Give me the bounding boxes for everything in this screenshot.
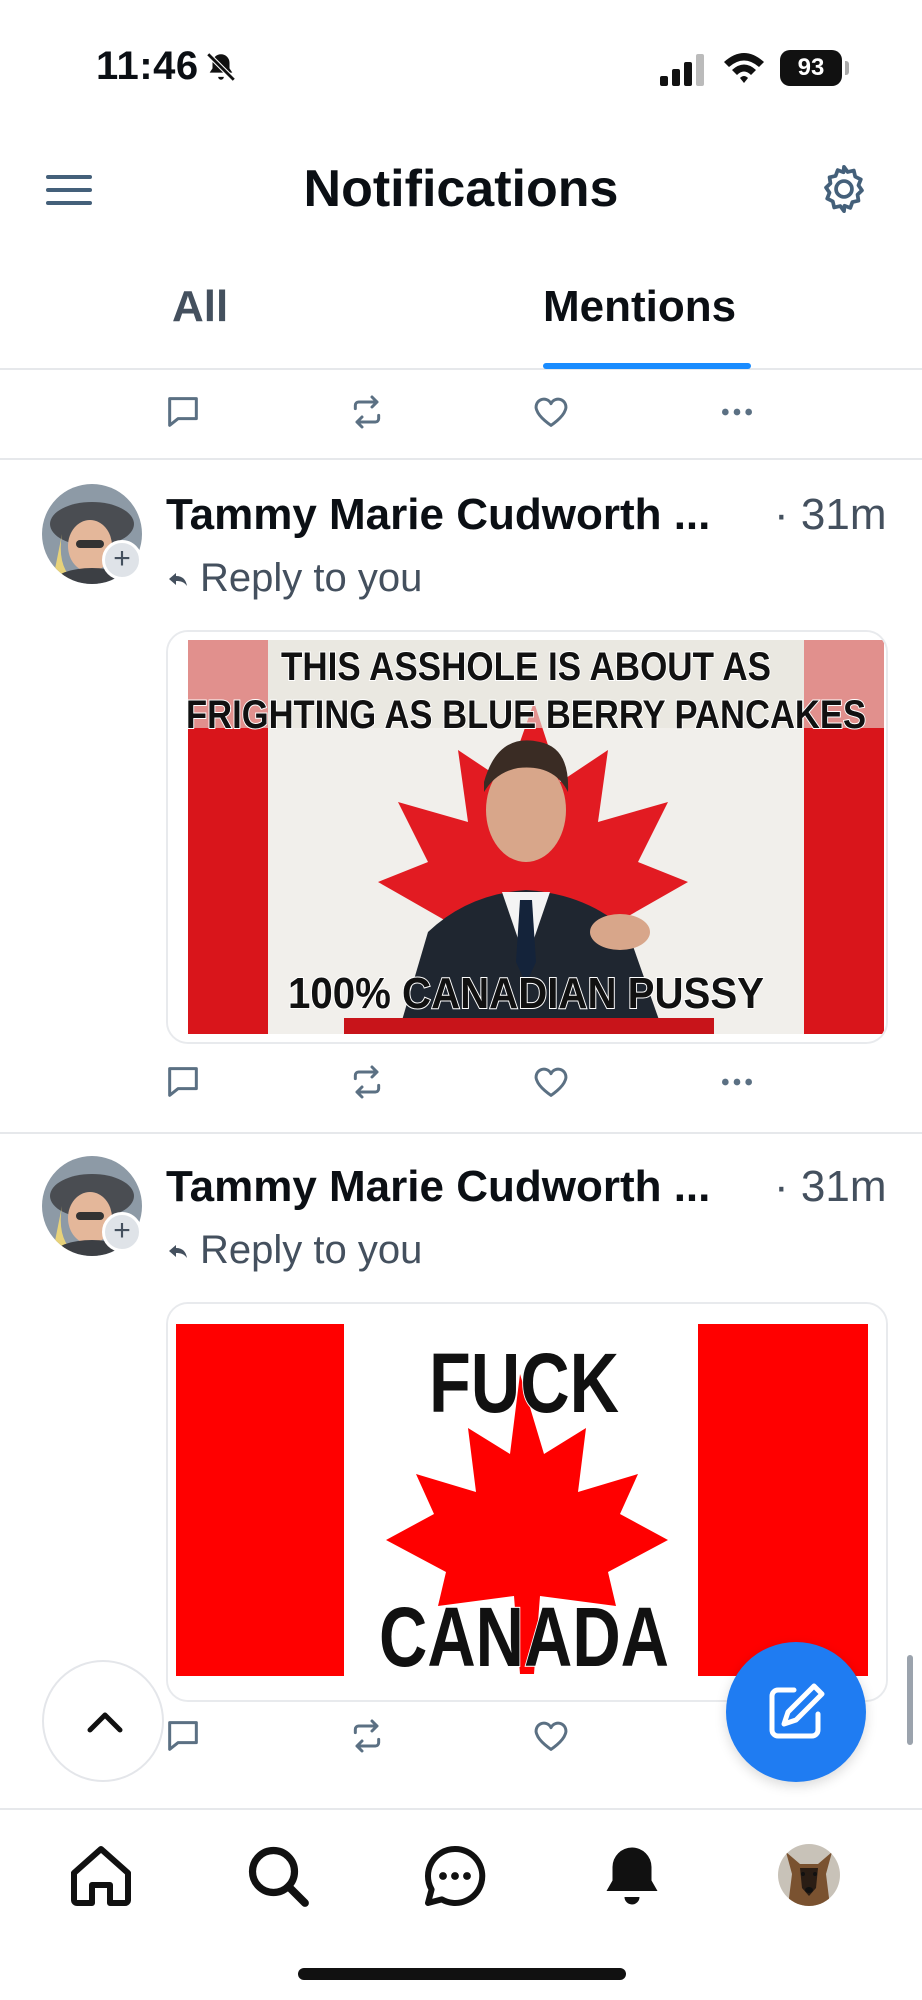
chat-icon[interactable] xyxy=(419,1840,491,1912)
home-icon[interactable] xyxy=(65,1840,137,1912)
like-icon[interactable] xyxy=(530,1062,572,1102)
battery-level: 93 xyxy=(780,50,842,86)
author-name[interactable]: Tammy Marie Cudworth ... xyxy=(166,1162,710,1212)
like-icon[interactable] xyxy=(530,1716,572,1756)
meme-top-word: FUCK xyxy=(429,1336,619,1430)
battery-tip xyxy=(845,61,849,75)
meme-image-pancakes: THIS ASSHOLE IS ABOUT AS FRIGHTING AS BL… xyxy=(168,632,886,1042)
reply-arrow-icon xyxy=(169,1245,187,1259)
scroll-to-top-button[interactable] xyxy=(42,1660,164,1782)
more-options-icon[interactable] xyxy=(716,1062,758,1102)
bell-muted-icon xyxy=(206,52,236,82)
tab-mentions[interactable]: Mentions xyxy=(543,282,736,370)
repost-icon[interactable] xyxy=(346,1716,388,1756)
follow-plus-icon[interactable]: + xyxy=(102,540,142,580)
repost-icon[interactable] xyxy=(346,1062,388,1102)
timestamp: · 31m xyxy=(774,490,887,539)
action-row xyxy=(0,1052,922,1112)
image-attachment[interactable]: THIS ASSHOLE IS ABOUT AS FRIGHTING AS BL… xyxy=(166,630,888,1044)
chevron-up-icon xyxy=(87,1712,123,1733)
meme-bottom-line: 100% CANADIAN PUSSY xyxy=(288,969,764,1018)
header: Notifications xyxy=(0,135,922,245)
reply-context-label: Reply to you xyxy=(200,556,423,600)
follow-plus-icon[interactable]: + xyxy=(102,1212,142,1252)
reply-arrow-icon xyxy=(169,573,187,587)
home-indicator xyxy=(298,1968,626,1980)
gear-icon[interactable] xyxy=(816,161,872,217)
reply-icon[interactable] xyxy=(162,1716,204,1756)
cell-signal-icon xyxy=(660,54,704,86)
tab-bar: All Mentions xyxy=(0,260,922,370)
meme-top-line-2: FRIGHTING AS BLUE BERRY PANCAKES xyxy=(186,693,866,737)
status-bar: 11:46 93 xyxy=(0,0,922,135)
timestamp: · 31m xyxy=(774,1162,887,1211)
reply-context-label: Reply to you xyxy=(200,1228,423,1272)
reply-icon[interactable] xyxy=(162,392,204,432)
meme-top-line-1: THIS ASSHOLE IS ABOUT AS xyxy=(281,645,771,689)
bell-icon[interactable] xyxy=(596,1840,668,1912)
action-row xyxy=(0,382,922,442)
reply-context: Reply to you xyxy=(166,556,422,601)
meme-bottom-word: CANADA xyxy=(379,1590,669,1684)
status-time: 11:46 xyxy=(96,44,199,88)
reply-icon[interactable] xyxy=(162,1062,204,1102)
compose-button[interactable] xyxy=(726,1642,866,1782)
page-title: Notifications xyxy=(303,160,619,218)
tab-all[interactable]: All xyxy=(172,282,228,370)
search-icon[interactable] xyxy=(242,1840,314,1912)
reply-context: Reply to you xyxy=(166,1228,422,1273)
notification-item[interactable]: + Tammy Marie Cudworth ... · 31m Reply t… xyxy=(0,460,922,1132)
repost-icon[interactable] xyxy=(346,392,388,432)
tab-selected-indicator xyxy=(543,363,751,369)
like-icon[interactable] xyxy=(530,392,572,432)
scrollbar[interactable] xyxy=(907,1655,913,1745)
more-options-icon[interactable] xyxy=(716,392,758,432)
author-name[interactable]: Tammy Marie Cudworth ... xyxy=(166,490,710,540)
compose-pencil-icon xyxy=(769,1683,825,1739)
profile-avatar[interactable] xyxy=(778,1844,840,1906)
wifi-icon xyxy=(724,53,764,83)
